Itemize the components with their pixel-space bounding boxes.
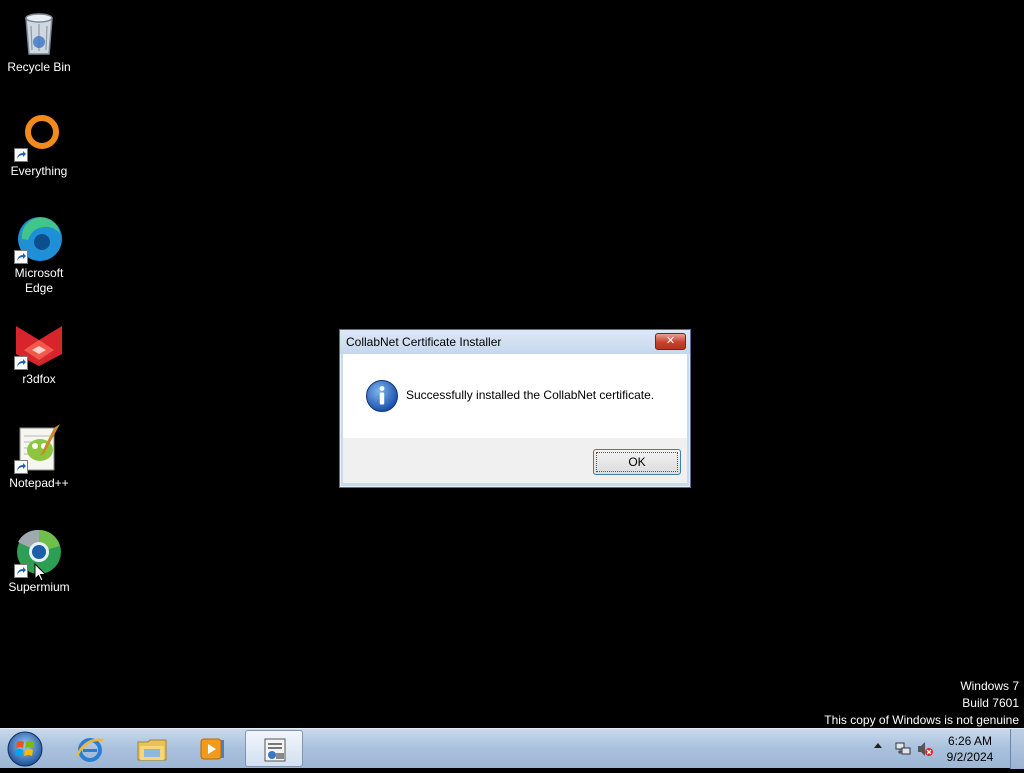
dialog-title: CollabNet Certificate Installer: [346, 335, 502, 349]
desktop-icon-label: Notepad++: [9, 476, 69, 490]
file-explorer-icon: [137, 739, 167, 761]
desktop-icon-recycle-bin[interactable]: Recycle Bin: [1, 8, 77, 75]
volume-muted-icon[interactable]: [916, 740, 934, 758]
watermark-genuine-notice: This copy of Windows is not genuine: [824, 713, 1019, 727]
windows-start-icon: [7, 731, 43, 767]
shortcut-arrow-icon: [14, 460, 28, 474]
close-button[interactable]: ✕: [655, 333, 686, 350]
taskbar-internet-explorer[interactable]: [61, 730, 119, 767]
media-player-icon: [200, 738, 224, 760]
network-icon[interactable]: [894, 740, 912, 758]
shortcut-arrow-icon: [14, 564, 28, 578]
everything-search-icon: [14, 112, 64, 162]
desktop-icon-r3dfox[interactable]: r3dfox: [1, 320, 77, 387]
message-dialog: CollabNet Certificate Installer ✕ Succes…: [339, 329, 691, 488]
info-icon: [365, 379, 399, 413]
shortcut-arrow-icon: [14, 250, 28, 264]
desktop: Recycle Bin Everything Microsoft Edge r3…: [0, 0, 1024, 728]
notepad-plus-plus-icon: [14, 424, 64, 474]
taskbar-file-explorer[interactable]: [122, 730, 180, 767]
windows-watermark: Windows 7 Build 7601 This copy of Window…: [824, 678, 1019, 729]
certificate-installer-icon: [264, 738, 286, 762]
clock-time: 6:26 AM: [947, 734, 993, 748]
desktop-icon-label: Microsoft Edge: [14, 266, 64, 295]
show-desktop-button[interactable]: [1010, 729, 1024, 769]
edge-icon: [14, 214, 64, 264]
dialog-footer: OK: [343, 438, 687, 483]
taskbar-certificate-installer[interactable]: [245, 730, 303, 767]
r3dfox-icon: [14, 320, 64, 370]
taskbar: 6:26 AM 9/2/2024: [0, 728, 1024, 769]
desktop-icon-microsoft-edge[interactable]: Microsoft Edge: [1, 214, 77, 296]
watermark-build: Build 7601: [962, 696, 1019, 710]
recycle-bin-icon: [14, 8, 64, 58]
shortcut-arrow-icon: [14, 148, 28, 162]
start-button[interactable]: [5, 730, 45, 768]
dialog-body: Successfully installed the CollabNet cer…: [343, 354, 687, 438]
desktop-icon-notepad-plus-plus[interactable]: Notepad++: [1, 424, 77, 491]
ok-button[interactable]: OK: [593, 449, 681, 475]
desktop-icon-label: Everything: [10, 164, 68, 178]
show-hidden-icons-icon[interactable]: [874, 743, 882, 748]
desktop-icon-label: r3dfox: [22, 372, 56, 386]
taskbar-clock[interactable]: 6:26 AM 9/2/2024: [934, 733, 1006, 765]
mouse-cursor-icon: [34, 562, 48, 588]
clock-date: 9/2/2024: [946, 750, 994, 764]
dialog-message: Successfully installed the CollabNet cer…: [406, 388, 655, 402]
watermark-os: Windows 7: [960, 679, 1019, 693]
system-tray: 6:26 AM 9/2/2024: [864, 729, 1024, 769]
taskbar-media-player[interactable]: [183, 730, 241, 767]
dialog-titlebar[interactable]: CollabNet Certificate Installer ✕: [340, 330, 690, 354]
desktop-icon-everything[interactable]: Everything: [1, 112, 77, 179]
shortcut-arrow-icon: [14, 356, 28, 370]
desktop-icon-label: Recycle Bin: [7, 60, 71, 74]
internet-explorer-icon: [75, 738, 104, 762]
